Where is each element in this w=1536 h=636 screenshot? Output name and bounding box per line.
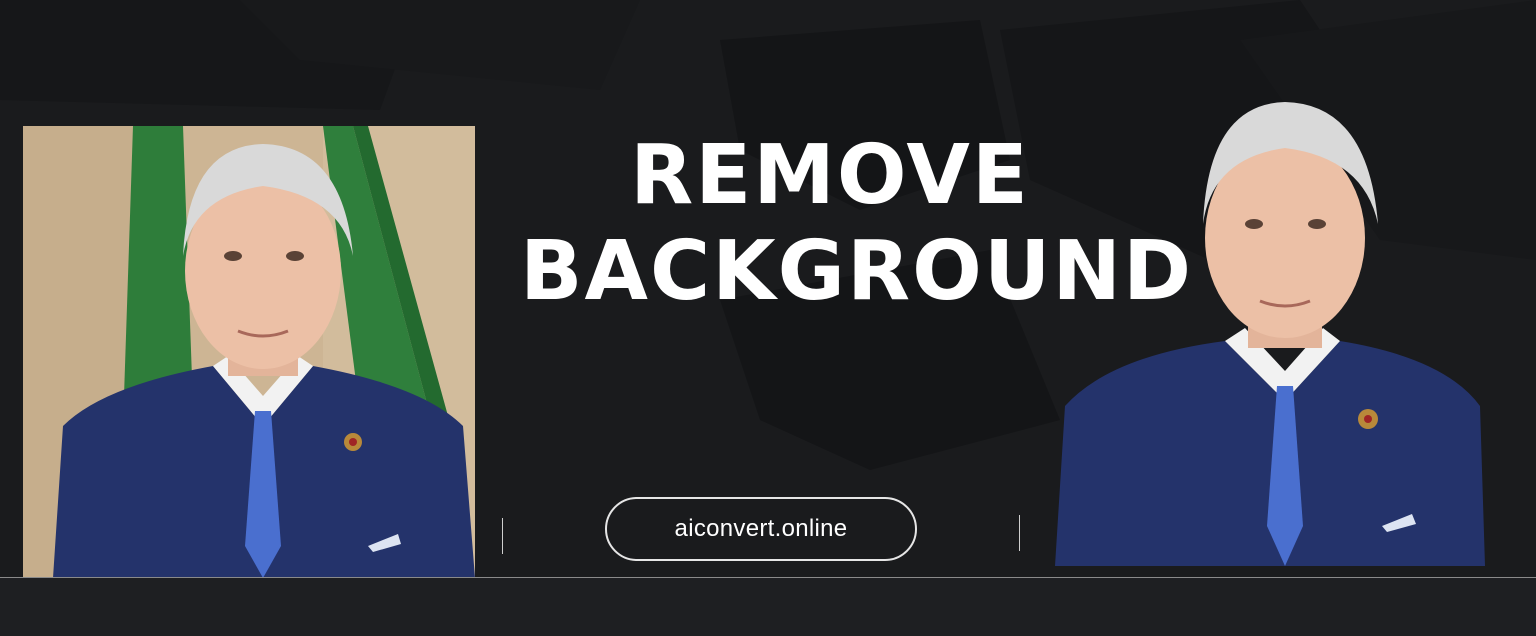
- original-photo: [23, 126, 475, 578]
- footer-band: [0, 578, 1536, 636]
- divider-right: [1019, 515, 1020, 551]
- result-photo: [1040, 96, 1500, 566]
- website-badge-label: aiconvert.online: [674, 515, 848, 542]
- divider-left: [502, 518, 503, 554]
- website-badge[interactable]: aiconvert.online: [605, 497, 917, 561]
- banner: REMOVE BACKGROUND aiconvert.online: [0, 0, 1536, 636]
